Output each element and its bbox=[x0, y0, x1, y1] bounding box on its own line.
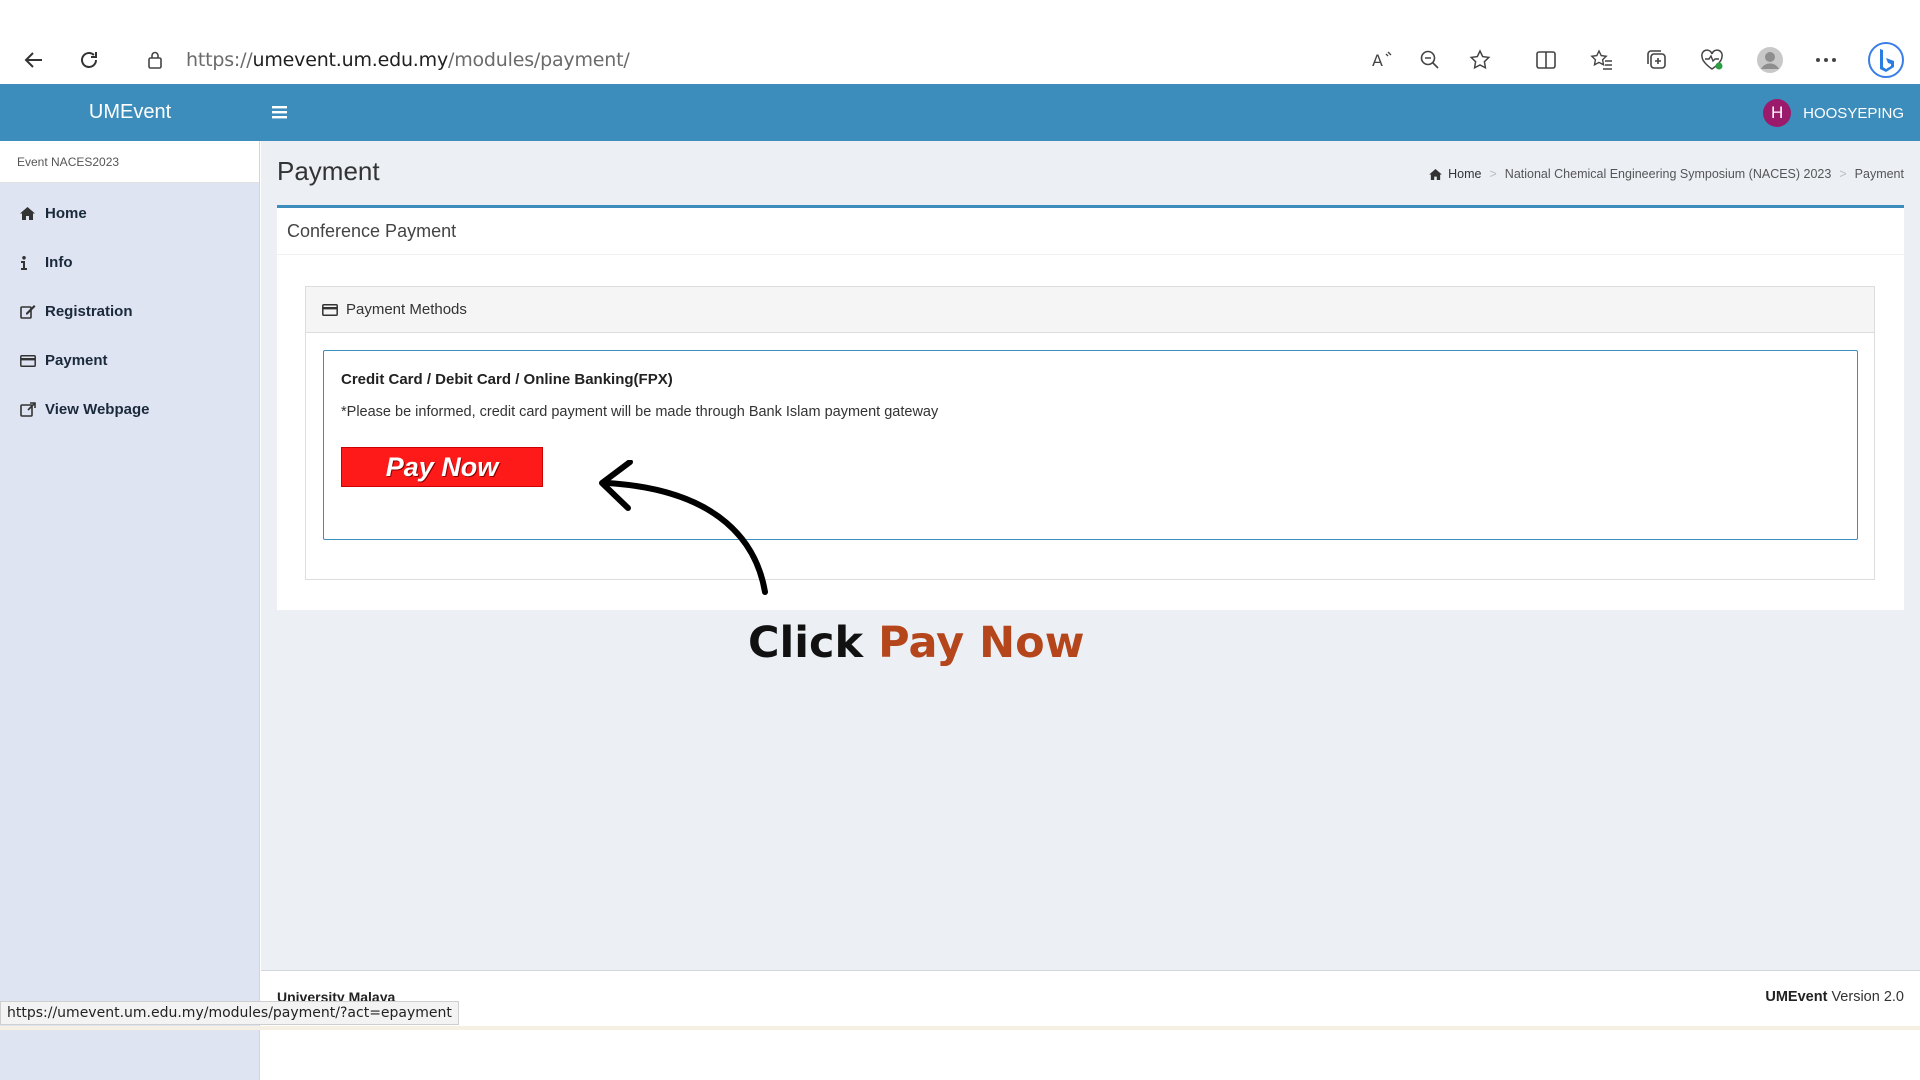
sidebar-item-registration[interactable]: Registration bbox=[0, 287, 259, 336]
method-title: Credit Card / Debit Card / Online Bankin… bbox=[341, 371, 673, 388]
box-title: Conference Payment bbox=[277, 208, 1904, 255]
footer: University Malaya UMEvent Version 2.0 bbox=[261, 970, 1920, 1026]
footer-brand: UMEvent bbox=[1765, 989, 1828, 1005]
sidebar-item-label: View Webpage bbox=[45, 401, 150, 418]
breadcrumb: Home > National Chemical Engineering Sym… bbox=[1429, 167, 1904, 181]
home-icon bbox=[1429, 168, 1442, 180]
info-icon bbox=[20, 255, 45, 270]
avatar[interactable]: H bbox=[1763, 99, 1792, 127]
user-name[interactable]: HOOSYEPING bbox=[1803, 105, 1904, 122]
footer-version: UMEvent Version 2.0 bbox=[1765, 989, 1904, 1005]
panel-title: Payment Methods bbox=[346, 301, 467, 318]
breadcrumb-current: Payment bbox=[1854, 167, 1904, 181]
footer-version-text: Version 2.0 bbox=[1831, 989, 1904, 1005]
pay-now-button[interactable]: Pay Now bbox=[341, 447, 543, 487]
payment-methods-panel: Payment Methods Credit Card / Debit Card… bbox=[305, 286, 1875, 580]
breadcrumb-home[interactable]: Home bbox=[1448, 167, 1481, 181]
collections-icon[interactable] bbox=[1639, 42, 1675, 78]
user-menu[interactable]: H HOOSYEPING bbox=[1763, 98, 1904, 128]
back-icon[interactable] bbox=[16, 42, 52, 78]
url-text[interactable]: https://umevent.um.edu.my/modules/paymen… bbox=[186, 49, 630, 71]
sidebar-item-view-webpage[interactable]: View Webpage bbox=[0, 385, 259, 434]
breadcrumb-event[interactable]: National Chemical Engineering Symposium … bbox=[1505, 167, 1832, 181]
credit-card-icon bbox=[322, 303, 338, 316]
bottom-strip bbox=[0, 1026, 1920, 1030]
conference-payment-box: Conference Payment Payment Methods Credi… bbox=[277, 205, 1904, 610]
page-title: Payment bbox=[277, 156, 380, 186]
sidebar-item-label: Registration bbox=[45, 303, 133, 320]
favorite-star-icon[interactable] bbox=[1462, 42, 1498, 78]
method-note: *Please be informed, credit card payment… bbox=[341, 404, 939, 420]
instruction-prefix: Click bbox=[748, 618, 864, 668]
panel-heading: Payment Methods bbox=[306, 287, 1874, 333]
click-instruction: Click Pay Now bbox=[748, 618, 1084, 668]
bing-icon[interactable] bbox=[1866, 40, 1906, 80]
arrow-annotation-icon bbox=[599, 460, 768, 595]
browser-toolbar: https://umevent.um.edu.my/modules/paymen… bbox=[0, 36, 1920, 84]
status-bar-link: https://umevent.um.edu.my/modules/paymen… bbox=[0, 1001, 459, 1025]
browser-health-icon[interactable] bbox=[1694, 42, 1730, 78]
sidebar-item-info[interactable]: Info bbox=[0, 238, 259, 287]
home-icon bbox=[20, 207, 45, 220]
menu-toggle-icon[interactable] bbox=[272, 100, 294, 124]
sidebar-item-label: Home bbox=[45, 205, 87, 222]
instruction-highlight: Pay Now bbox=[878, 618, 1085, 668]
event-label: Event NACES2023 bbox=[0, 141, 259, 183]
sidebar-item-payment[interactable]: Payment bbox=[0, 336, 259, 385]
payment-method-card: Credit Card / Debit Card / Online Bankin… bbox=[323, 350, 1858, 540]
favorites-icon[interactable] bbox=[1584, 42, 1620, 78]
app-header: UMEvent H HOOSYEPING bbox=[0, 84, 1920, 141]
edit-icon bbox=[20, 304, 45, 319]
more-icon[interactable] bbox=[1808, 42, 1844, 78]
sidebar-item-home[interactable]: Home bbox=[0, 189, 259, 238]
sidebar-item-label: Info bbox=[45, 254, 73, 271]
address-bar[interactable]: https://umevent.um.edu.my/modules/paymen… bbox=[126, 41, 1512, 79]
lock-icon[interactable] bbox=[146, 50, 164, 75]
sidebar: Event NACES2023 Home Info Registration P… bbox=[0, 141, 260, 1080]
external-link-icon bbox=[20, 402, 45, 417]
split-screen-icon[interactable] bbox=[1528, 42, 1564, 78]
refresh-icon[interactable] bbox=[71, 42, 107, 78]
credit-card-icon bbox=[20, 354, 45, 367]
svg-text:A: A bbox=[1372, 51, 1383, 70]
read-aloud-icon[interactable]: A bbox=[1364, 42, 1400, 78]
zoom-out-icon[interactable] bbox=[1412, 42, 1448, 78]
main-content: Payment Home > National Chemical Enginee… bbox=[261, 141, 1920, 970]
profile-icon[interactable] bbox=[1752, 42, 1788, 78]
sidebar-item-label: Payment bbox=[45, 352, 108, 369]
app-logo[interactable]: UMEvent bbox=[0, 84, 260, 141]
